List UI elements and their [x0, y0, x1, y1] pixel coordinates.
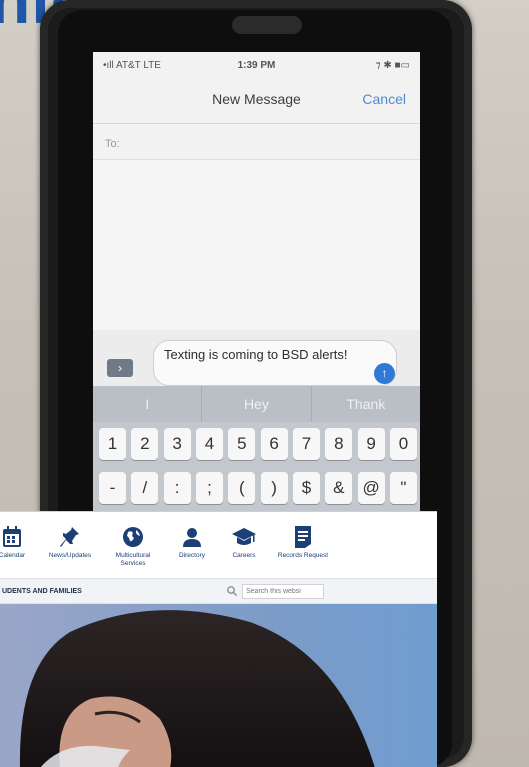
key[interactable]: "	[389, 472, 417, 504]
search-input[interactable]	[242, 584, 324, 599]
message-navbar: New Message Cancel	[93, 74, 420, 124]
graduation-cap-icon	[232, 528, 256, 545]
key[interactable]: (	[228, 472, 256, 504]
predictive-bar: I Hey Thank	[93, 386, 420, 422]
key[interactable]: 6	[260, 428, 288, 460]
keyboard-row-symbols: - / : ; ( ) $ & @ "	[99, 472, 417, 506]
nav-records-request[interactable]: Records Request	[273, 524, 333, 560]
key[interactable]: /	[131, 472, 159, 504]
site-quicklinks: Calendar News/Updates Multicultural Serv…	[0, 512, 437, 578]
hero-photo	[0, 604, 437, 767]
key[interactable]: @	[357, 472, 385, 504]
nav-label: Records Request	[277, 552, 329, 559]
phone-speaker	[232, 16, 302, 34]
key[interactable]: 0	[389, 428, 417, 460]
key[interactable]: 9	[357, 428, 385, 460]
key[interactable]: ;	[195, 472, 223, 504]
recipient-field[interactable]: To:	[93, 124, 420, 160]
nav-news-updates[interactable]: News/Updates	[40, 524, 100, 560]
nav-careers[interactable]: Careers	[214, 524, 274, 560]
prediction-2[interactable]: Hey	[202, 386, 312, 422]
pushpin-icon	[60, 527, 79, 547]
section-title: UDENTS AND FAMILIES	[2, 588, 82, 595]
message-input[interactable]: Texting is coming to BSD alerts!	[153, 340, 397, 386]
calendar-icon	[3, 526, 21, 547]
nav-label: News/Updates	[48, 552, 92, 559]
battery-icon: ⁊ ✱ ■▭	[375, 60, 410, 71]
message-thread	[93, 160, 420, 330]
section-header: UDENTS AND FAMILIES	[0, 578, 437, 604]
key[interactable]: :	[163, 472, 191, 504]
nav-multicultural-services[interactable]: Multicultural Services	[103, 524, 163, 568]
to-label: To:	[105, 138, 120, 150]
key[interactable]: )	[260, 472, 288, 504]
site-search	[226, 584, 326, 600]
prediction-3[interactable]: Thank	[312, 386, 420, 422]
nav-label: Calendar	[0, 552, 26, 559]
nav-label: Multicultural Services	[115, 552, 151, 567]
keyboard: 1 2 3 4 5 6 7 8 9 0 - / : ; ( ) $ & @ "	[93, 422, 420, 512]
status-time: 1:39 PM	[237, 60, 276, 71]
key[interactable]: 1	[99, 428, 126, 460]
prediction-1[interactable]: I	[93, 386, 203, 422]
key[interactable]: 8	[325, 428, 353, 460]
expand-apps-button[interactable]: ›	[107, 359, 133, 377]
key[interactable]: 4	[195, 428, 223, 460]
nav-calendar[interactable]: Calendar	[0, 524, 42, 560]
key[interactable]: 2	[131, 428, 159, 460]
send-arrow-icon[interactable]: ↑	[374, 363, 395, 384]
website-screenshot: Calendar News/Updates Multicultural Serv…	[0, 511, 437, 767]
cancel-button[interactable]: Cancel	[362, 91, 406, 107]
nav-label: Directory	[178, 552, 205, 559]
compose-bar: › Texting is coming to BSD alerts! ↑	[93, 330, 420, 386]
keyboard-row-numbers: 1 2 3 4 5 6 7 8 9 0	[99, 428, 417, 462]
nav-directory[interactable]: Directory	[162, 524, 222, 560]
key[interactable]: 5	[228, 428, 256, 460]
phone-screen: •ıll AT&T LTE 1:39 PM ⁊ ✱ ■▭ New Message…	[93, 52, 420, 512]
key[interactable]: $	[292, 472, 320, 504]
search-icon[interactable]	[226, 585, 238, 597]
document-icon	[295, 526, 311, 548]
key[interactable]: 7	[292, 428, 320, 460]
student-photo	[0, 604, 437, 767]
key[interactable]: -	[99, 472, 126, 504]
status-bar: •ıll AT&T LTE 1:39 PM ⁊ ✱ ■▭	[93, 52, 420, 74]
people-icon	[183, 528, 201, 547]
key[interactable]: 3	[163, 428, 191, 460]
photo-stage: nication •ıll AT&T LTE 1:39 PM ⁊ ✱ ■▭ Ne…	[0, 0, 529, 767]
nav-label: Careers	[232, 552, 256, 559]
key[interactable]: &	[325, 472, 353, 504]
globe-icon	[123, 527, 143, 547]
